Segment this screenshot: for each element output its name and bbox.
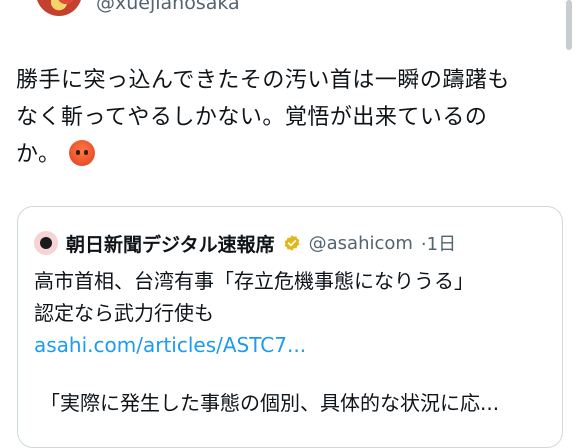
quoted-author-name[interactable]: 朝日新聞デジタル速報席 <box>66 230 275 257</box>
author-handle[interactable]: @xuejianosaka <box>96 0 240 14</box>
quoted-extra-text: 「実際に発生した事態の個別、具体的な状況に応... <box>40 391 500 415</box>
quoted-tweet-card[interactable]: 朝日新聞デジタル速報席 @asahicom ·1日 高市首相、台湾有事「存立危機事… <box>17 206 563 448</box>
tweet-line: なく斬ってやるしかない。覚悟が出来ているの <box>16 105 488 130</box>
tweet-text: 勝手に突っ込んできたその汚い首は一瞬の躊躇も なく斬ってやるしかない。覚悟が出来… <box>16 62 556 173</box>
tweet-line: 勝手に突っ込んできたその汚い首は一瞬の躊躇も <box>16 68 510 93</box>
verified-badge-icon <box>284 235 299 251</box>
quoted-timestamp[interactable]: ·1日 <box>421 230 456 256</box>
scrollbar[interactable] <box>566 0 572 50</box>
tweet-line: か。 <box>16 136 556 173</box>
quoted-line: 高市首相、台湾有事「存立危機事態になりうる」 <box>34 269 474 293</box>
quoted-line: 認定なら武力行使も <box>34 301 214 325</box>
author-avatar[interactable] <box>36 0 82 16</box>
quoted-author-handle[interactable]: @asahicom <box>309 233 413 254</box>
quoted-avatar[interactable] <box>34 231 58 255</box>
angry-face-icon <box>68 140 95 166</box>
quoted-link[interactable]: asahi.com/articles/ASTC7... <box>34 329 544 361</box>
quoted-body: 高市首相、台湾有事「存立危機事態になりうる」 認定なら武力行使も asahi.c… <box>34 265 544 361</box>
quoted-header: 朝日新聞デジタル速報席 @asahicom ·1日 <box>34 229 456 257</box>
